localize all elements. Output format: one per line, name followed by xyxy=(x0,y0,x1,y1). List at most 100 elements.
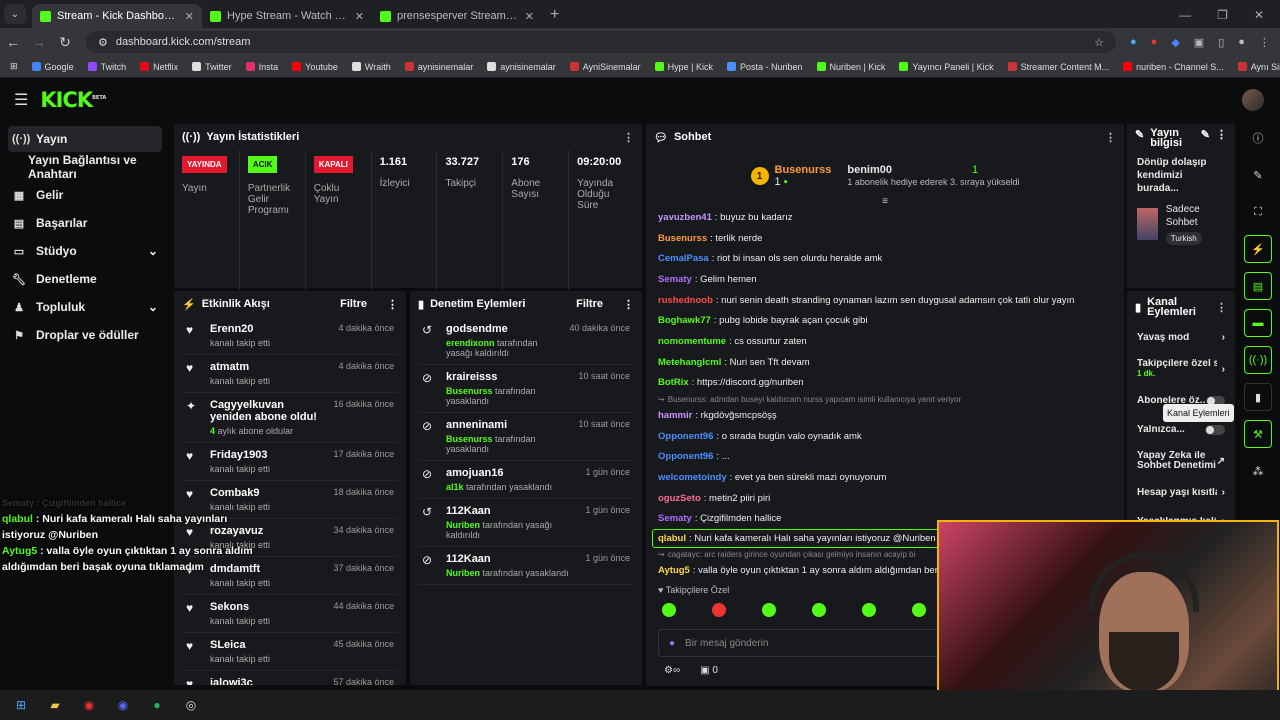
lightning-icon[interactable]: ⚡ xyxy=(1244,235,1272,263)
filter-button[interactable]: Filtre xyxy=(576,298,603,310)
moderation-item[interactable]: ⊘ 112Kaan Nuriben tarafından yasaklandı … xyxy=(418,547,634,585)
activity-item[interactable]: ♥ jalowi3c kanalı takip etti 57 dakika ö… xyxy=(182,671,398,685)
moderation-item[interactable]: ⊘ amojuan16 al1k tarafından yasaklandı 1… xyxy=(418,461,634,499)
chat-username[interactable]: CemalPasa xyxy=(658,253,709,264)
activity-item[interactable]: ✦ Cagyyelkuvan yeniden abone oldu! 4 ayl… xyxy=(182,393,398,443)
site-info-icon[interactable]: ⚙ xyxy=(98,36,108,49)
chat-username[interactable]: Opponent96 xyxy=(658,451,713,462)
chat-username[interactable]: nomomentume xyxy=(658,336,726,347)
apps-icon[interactable]: ⊞ xyxy=(10,61,18,72)
chat-message[interactable]: rushednoob: nuri senin death stranding o… xyxy=(658,290,1112,311)
obs-icon[interactable]: ◎ xyxy=(182,696,200,714)
wrench-icon[interactable]: ⚒ xyxy=(1244,420,1272,448)
channel-action-item[interactable]: Takipçilere özel s1 dk. › xyxy=(1127,352,1235,386)
chat-username[interactable]: Sematy xyxy=(658,274,692,285)
activity-item[interactable]: ♥ atmatm kanalı takip etti 4 dakika önce xyxy=(182,355,398,393)
expand-icon[interactable]: ⛶ xyxy=(1244,198,1272,226)
channel-action-item[interactable]: Yasaklanmış kelim› xyxy=(1127,507,1235,521)
channel-action-item[interactable]: Yavaş mod › xyxy=(1127,323,1235,352)
emote-icon[interactable] xyxy=(862,603,876,617)
bookmark-star-icon[interactable]: ☆ xyxy=(1094,36,1104,49)
maximize-icon[interactable]: ❐ xyxy=(1217,8,1228,22)
sidebar-item-gelir[interactable]: ▦ Gelir xyxy=(8,182,162,208)
bookmark[interactable]: Youtube xyxy=(292,62,338,72)
puzzle-icon[interactable]: ▣ xyxy=(1194,36,1204,49)
chat-message[interactable]: BotRix: https://discord.gg/nuriben xyxy=(658,373,1112,394)
tab-hype-stream[interactable]: Hype Stream - Watch Live on Ki ✕ xyxy=(202,4,372,28)
document-icon[interactable]: ▤ xyxy=(1244,272,1272,300)
chat-message[interactable]: Opponent96: ... xyxy=(658,447,1112,468)
broadcast-icon[interactable]: ((·)) xyxy=(1244,346,1272,374)
bookmark[interactable]: nuriben - Channel S... xyxy=(1123,62,1224,72)
chat-message[interactable]: yavuzben41: buyuz bu kadarız xyxy=(658,207,1112,228)
chat-username[interactable]: Opponent96 xyxy=(658,431,713,442)
sidebar-item-denetleme[interactable]: 🔧︎ Denetleme xyxy=(8,266,162,292)
chat-message[interactable]: hammir: rkgdövğsmcpsöşş xyxy=(658,405,1112,426)
store-icon[interactable]: ▣ 0 xyxy=(700,665,718,676)
more-options-icon[interactable]: ⋮ xyxy=(1216,128,1227,141)
bookmark[interactable]: Netflix xyxy=(140,62,178,72)
chat-message[interactable]: Busenurss: terlik nerde xyxy=(658,228,1112,249)
emote-icon[interactable] xyxy=(912,603,926,617)
close-tab-icon[interactable]: ✕ xyxy=(185,10,194,23)
tab-search-button[interactable]: ⌄ xyxy=(4,4,26,24)
extension-icon[interactable]: ● xyxy=(1130,36,1137,49)
chat-username[interactable]: Aytug5 xyxy=(658,565,690,576)
forward-icon[interactable]: → xyxy=(26,34,52,50)
user-avatar[interactable] xyxy=(1242,89,1264,111)
chat-username[interactable]: Busenurss xyxy=(658,233,707,244)
activity-item[interactable]: ♥ Sekons kanalı takip etti 44 dakika önc… xyxy=(182,595,398,633)
bookmark[interactable]: Insta xyxy=(245,62,278,72)
bookmark[interactable]: Nuriben | Kick xyxy=(816,62,885,72)
hamburger-menu-icon[interactable]: ☰ xyxy=(14,90,28,110)
kick-logo[interactable]: KICKBETA xyxy=(40,88,106,112)
activity-item[interactable]: ♥ Erenn20 kanalı takip etti 4 dakika önc… xyxy=(182,317,398,355)
menu-icon[interactable]: ⋮ xyxy=(1259,36,1270,49)
url-field[interactable]: ⚙ dashboard.kick.com/stream ☆ xyxy=(86,31,1116,53)
chat-message[interactable]: nomomentume: cs ossurtur zaten xyxy=(658,331,1112,352)
emote-icon[interactable] xyxy=(812,603,826,617)
activity-item[interactable]: ♥ SLeica kanalı takip etti 45 dakika önc… xyxy=(182,633,398,671)
bookmark[interactable]: Posta - Nuriben xyxy=(727,62,803,72)
bookmark[interactable]: aynisinemalar xyxy=(487,62,556,72)
emote-icon[interactable] xyxy=(762,603,776,617)
profile-icon[interactable]: ● xyxy=(1238,36,1245,49)
chat-username[interactable]: hammir xyxy=(658,410,692,421)
channel-action-item[interactable]: Hesap yaşı kısıtla › xyxy=(1127,478,1235,507)
info-icon[interactable]: ⓘ xyxy=(1244,124,1272,152)
sidebar-item-yayin[interactable]: ((·)) Yayın xyxy=(8,126,162,152)
chat-username[interactable]: rushednoob xyxy=(658,295,713,306)
bookmark[interactable]: AyniSinemalar xyxy=(569,62,641,72)
tab-prensesperver[interactable]: prensesperver Stream - Watch L ✕ xyxy=(372,4,542,28)
chat-username[interactable]: Metehanglcml xyxy=(658,357,721,368)
toggle-switch[interactable] xyxy=(1205,424,1225,435)
shield-icon[interactable]: ▮ xyxy=(1244,383,1272,411)
chat-message[interactable]: Boghawk77: pubg lobide bayrak açan çocuk… xyxy=(658,310,1112,331)
reload-icon[interactable]: ↻ xyxy=(52,34,78,51)
close-window-icon[interactable]: ✕ xyxy=(1254,8,1264,22)
more-options-icon[interactable]: ⋮ xyxy=(623,131,634,144)
moderation-item[interactable]: ⊘ anneninami Busenurss tarafından yasakl… xyxy=(418,413,634,461)
bookmark[interactable]: Aynı Sinemalar - Ça... xyxy=(1237,62,1280,72)
bookmark[interactable]: Google xyxy=(31,62,74,72)
discord-icon[interactable]: ◉ xyxy=(114,696,132,714)
chat-message[interactable]: Sematy: Gelim hemen xyxy=(658,269,1112,290)
chat-message[interactable]: welcometoindy: evet ya ben sürekli mazi … xyxy=(658,467,1112,488)
chat-message[interactable]: CemalPasa: riot bi insan ols sen olurdu … xyxy=(658,248,1112,269)
sidebar-icon[interactable]: ▯ xyxy=(1218,36,1224,49)
shield-icon[interactable]: ◆ xyxy=(1171,36,1179,49)
sidebar-item-basarilar[interactable]: ▤ Başarılar xyxy=(8,210,162,236)
sidebar-item-topluluk[interactable]: ♟ Topluluk ⌄ xyxy=(8,294,162,320)
close-tab-icon[interactable]: ✕ xyxy=(355,10,364,23)
chat-username[interactable]: welcometoindy xyxy=(658,472,727,483)
back-icon[interactable]: ← xyxy=(0,34,26,50)
chat-username[interactable]: oguzSeto xyxy=(658,493,701,504)
bookmark[interactable]: Twitch xyxy=(87,62,126,72)
moderation-item[interactable]: ↺ 112Kaan Nuriben tarafından yasağı kald… xyxy=(418,499,634,547)
moderation-item[interactable]: ⊘ kraireisss Busenurss tarafından yasakl… xyxy=(418,365,634,413)
more-options-icon[interactable]: ⋮ xyxy=(623,298,634,311)
sidebar-item-droplar[interactable]: ⚑ Droplar ve ödüller xyxy=(8,322,162,348)
channel-action-item[interactable]: Yapay Zeka ile Sohbet Denetimi ↗ xyxy=(1127,444,1235,478)
chat-username[interactable]: yavuzben41 xyxy=(658,212,712,223)
file-explorer-icon[interactable]: ▰ xyxy=(46,696,64,714)
